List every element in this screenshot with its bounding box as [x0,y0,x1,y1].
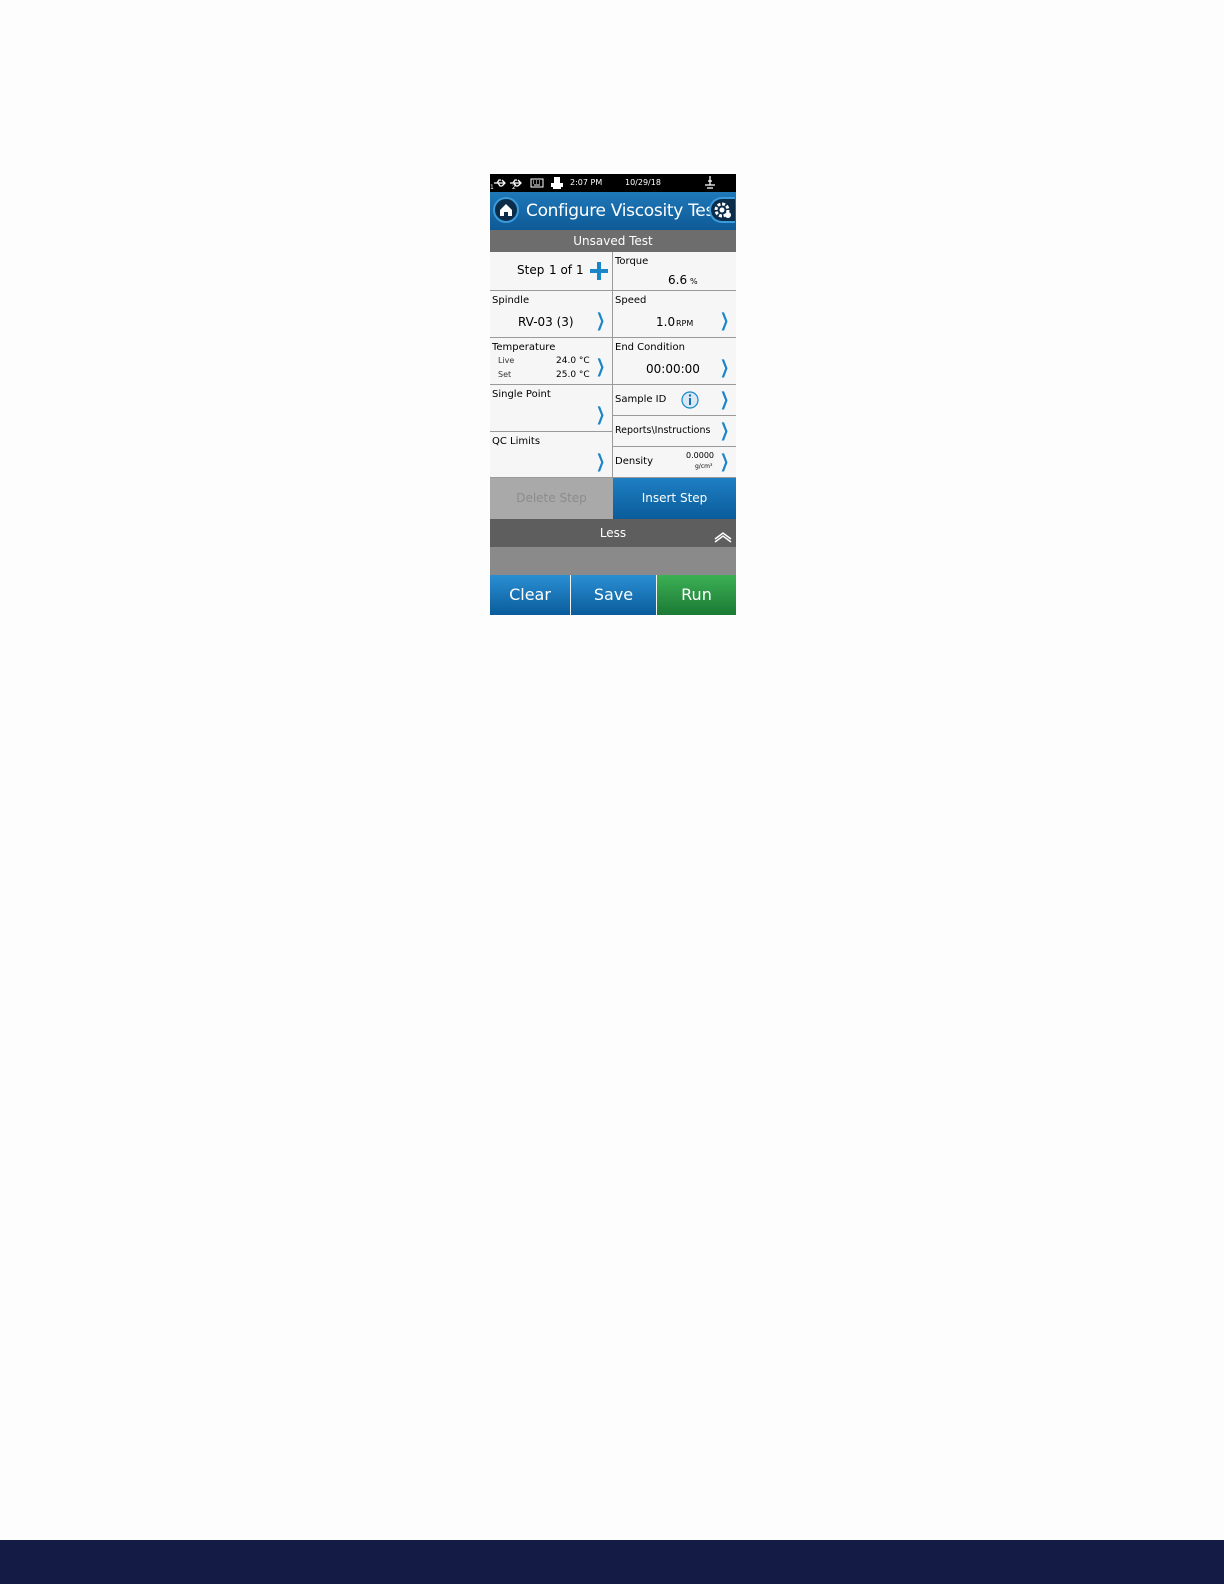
less-toggle[interactable]: Less [490,519,736,547]
torque-unit: % [690,277,698,286]
sample-id-field[interactable]: Sample ID ❯ [613,385,736,416]
device-screen: 1 2 2:07 PM 10/29/18 Configure Viscosity… [490,174,736,615]
page-footer-band [0,1540,1224,1584]
chevron-right-icon: ❯ [595,310,605,331]
temperature-label: Temperature [492,342,556,353]
run-button[interactable]: Run [657,575,736,615]
test-status-banner: Unsaved Test [490,230,736,252]
chevron-right-icon: ❯ [595,404,605,425]
density-label: Density [615,456,654,467]
chevron-right-icon: ❯ [719,451,729,472]
reports-instructions-field[interactable]: Reports\Instructions ❯ [613,416,736,447]
clear-button[interactable]: Clear [490,575,570,615]
density-value: 0.0000 [686,451,714,460]
keyboard-icon [530,174,544,192]
chevron-right-icon: ❯ [719,389,729,410]
qc-limits-field[interactable]: QC Limits ❯ [490,432,613,478]
temperature-set-value: 25.0 °C [556,370,590,380]
reports-instructions-label: Reports\Instructions [615,425,711,436]
usb-icon [493,174,507,192]
spindle-label: Spindle [492,295,530,306]
delete-step-button[interactable]: Delete Step [490,478,613,519]
spindle-field[interactable]: Spindle RV-03 (3) ❯ [490,291,613,338]
end-condition-value: 00:00:00 [646,362,700,376]
sample-id-label: Sample ID [615,394,667,405]
level-icon [702,174,718,192]
single-point-label: Single Point [492,389,551,400]
temperature-field[interactable]: Temperature Live 24.0 °C Set 25.0 °C ❯ [490,338,613,385]
chevron-right-icon: ❯ [719,310,729,331]
torque-display: Torque 6.6 % [613,252,736,291]
speed-label: Speed [615,295,647,306]
gear-icon [714,202,731,218]
page-title: Configure Viscosity Test [526,201,721,221]
home-icon [500,204,512,216]
qc-limits-label: QC Limits [492,436,541,447]
step-indicator: Step 1 of 1 [490,252,613,291]
temperature-set-label: Set [498,370,512,379]
clock-time: 2:07 PM [570,178,603,187]
title-bar: Configure Viscosity Test [490,192,736,230]
torque-value: 6.6 [668,273,688,287]
speed-unit: RPM [676,319,694,328]
chevron-right-icon: ❯ [719,420,729,441]
density-field[interactable]: Density 0.0000 g/cm³ ❯ [613,447,736,478]
home-button[interactable] [493,197,519,223]
density-unit: g/cm³ [695,463,713,470]
speed-field[interactable]: Speed 1.0 RPM ❯ [613,291,736,338]
printer-icon [550,174,564,192]
end-condition-field[interactable]: End Condition 00:00:00 ❯ [613,338,736,385]
speed-value: 1.0 [656,315,676,329]
spindle-value: RV-03 (3) [518,315,574,329]
spacer-bar [490,547,736,575]
settings-button[interactable] [709,197,735,223]
step-current: 1 of [549,263,573,277]
step-label: Step [517,263,545,277]
save-button[interactable]: Save [571,575,656,615]
date: 10/29/18 [625,178,661,187]
chevron-right-icon: ❯ [595,451,605,472]
temperature-live-label: Live [498,356,515,365]
add-step-button[interactable] [588,260,610,286]
less-label: Less [599,526,627,540]
end-condition-label: End Condition [615,342,685,353]
plus-icon [590,262,608,280]
insert-step-button[interactable]: Insert Step [613,478,736,519]
status-bar: 1 2 2:07 PM 10/29/18 [490,174,736,192]
single-point-field[interactable]: Single Point ❯ [490,385,613,432]
temperature-live-value: 24.0 °C [556,356,590,366]
chevron-right-icon: ❯ [595,356,605,377]
step-total: 1 [576,263,584,277]
torque-label: Torque [615,256,649,267]
info-icon[interactable] [680,390,700,414]
chevron-right-icon: ❯ [719,357,729,378]
